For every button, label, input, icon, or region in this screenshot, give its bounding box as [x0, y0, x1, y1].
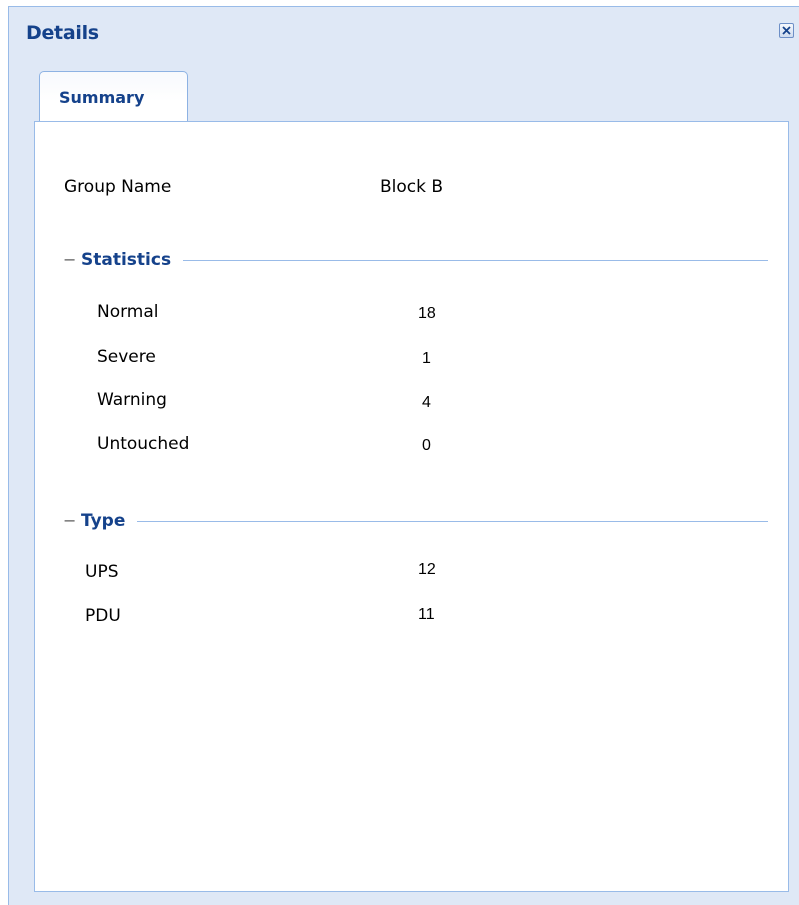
- close-icon[interactable]: [779, 23, 794, 38]
- statistics-fieldset-header: − Statistics: [63, 249, 768, 271]
- stat-row-severe: Severe 1: [35, 347, 788, 371]
- stat-label: Normal: [97, 302, 159, 322]
- type-row-pdu: PDU 11: [35, 606, 788, 630]
- stat-row-untouched: Untouched 0: [35, 434, 788, 458]
- panel-title: Details: [26, 22, 99, 44]
- tab-strip: Summary: [9, 67, 799, 123]
- statistics-divider: [183, 259, 768, 261]
- type-legend: Type: [81, 511, 126, 531]
- type-label: PDU: [85, 606, 121, 626]
- panel-header: Details: [9, 7, 799, 59]
- group-name-label: Group Name: [64, 177, 172, 197]
- summary-tab-body: Group Name Block B − Statistics Normal 1…: [34, 121, 789, 892]
- type-label: UPS: [85, 562, 119, 582]
- stat-label: Untouched: [97, 434, 190, 454]
- type-fieldset-header: − Type: [63, 510, 768, 532]
- stat-row-warning: Warning 4: [35, 390, 788, 414]
- stat-row-normal: Normal 18: [35, 302, 788, 326]
- type-collapse-toggle[interactable]: −: [63, 510, 76, 532]
- details-panel: Details Summary Group Name Block B − Sta…: [8, 6, 799, 905]
- statistics-collapse-toggle[interactable]: −: [63, 249, 76, 271]
- statistics-legend: Statistics: [81, 250, 172, 270]
- group-name-value: Block B: [380, 177, 444, 197]
- type-row-ups: UPS 12: [35, 561, 788, 586]
- stat-value: 1: [422, 350, 431, 367]
- stat-value: 18: [418, 305, 436, 322]
- group-name-row: Group Name Block B: [35, 177, 788, 201]
- type-value: 12: [418, 561, 436, 578]
- type-divider: [137, 520, 768, 522]
- stat-label: Warning: [97, 390, 167, 410]
- stat-value: 0: [422, 437, 431, 454]
- stat-label: Severe: [97, 347, 156, 367]
- tab-summary-label: Summary: [59, 88, 145, 107]
- tab-summary[interactable]: Summary: [39, 71, 188, 121]
- type-value: 11: [418, 606, 435, 623]
- stat-value: 4: [422, 394, 431, 411]
